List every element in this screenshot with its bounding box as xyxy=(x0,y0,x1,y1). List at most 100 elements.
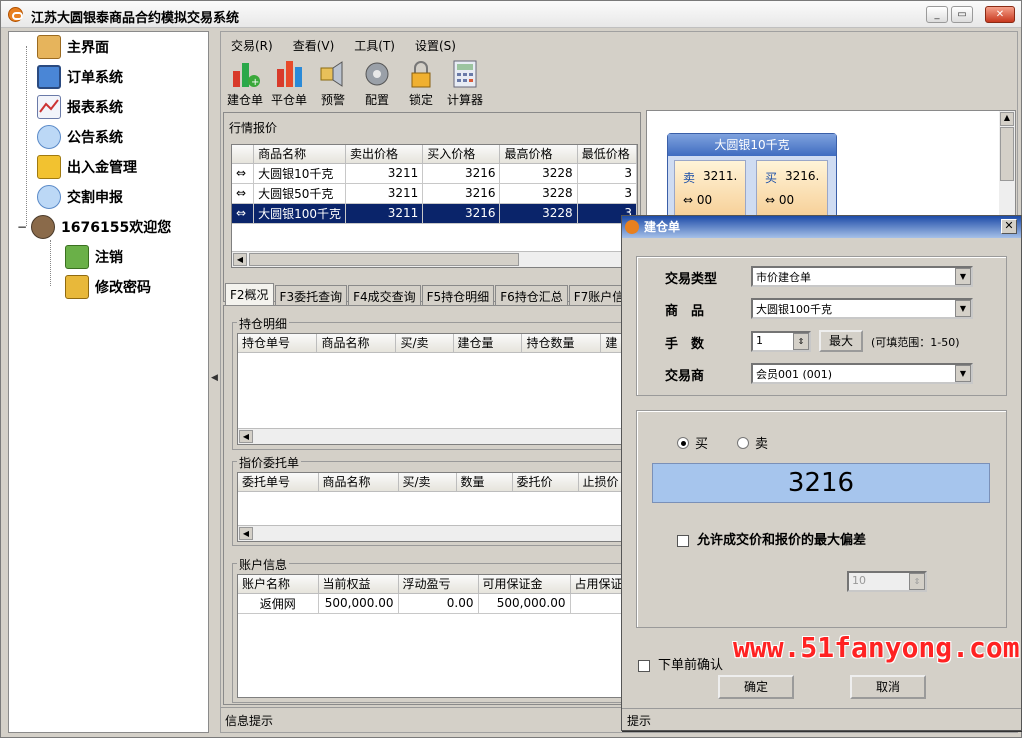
scroll-left-icon[interactable]: ◀ xyxy=(233,253,247,266)
column-header[interactable]: 商品名称 xyxy=(253,145,347,164)
quote-card-title: 大圆银10千克 xyxy=(668,134,836,156)
scroll-left-icon[interactable]: ◀ xyxy=(239,527,253,540)
dropdown-arrow-icon[interactable]: ▼ xyxy=(955,300,971,317)
lock-button[interactable]: 锁定 xyxy=(399,57,443,109)
tab-position-summary[interactable]: F6持仓汇总 xyxy=(495,285,568,305)
menu-tools[interactable]: 工具(T) xyxy=(344,35,405,55)
horizontal-scrollbar[interactable]: ◀ xyxy=(232,251,637,267)
tree-item-reports[interactable]: 报表系统 xyxy=(37,93,123,121)
calculator-button[interactable]: 计算器 xyxy=(443,57,487,109)
table-row-selected[interactable]: ⇔ 大圆银100千克 3211 3216 3228 3 xyxy=(232,203,637,224)
table-cell: 3 xyxy=(577,163,637,184)
table-row[interactable]: 返佣网 500,000.00 0.00 500,000.00 xyxy=(238,593,631,614)
column-header[interactable]: 委托单号 xyxy=(238,473,319,492)
ok-button[interactable]: 确定 xyxy=(718,675,794,699)
dialog-close-button[interactable]: ✕ xyxy=(1001,219,1017,234)
menu-view[interactable]: 查看(V) xyxy=(283,35,345,55)
dialog-status-bar: 提示 xyxy=(622,708,1021,730)
dealer-select[interactable]: 会员001 (001) ▼ xyxy=(751,363,973,384)
collapse-arrow-icon[interactable]: ◀ xyxy=(211,373,218,383)
close-button[interactable]: ✕ xyxy=(985,6,1015,23)
column-header[interactable]: 浮动盈亏 xyxy=(398,575,479,594)
horizontal-scrollbar[interactable]: ◀ xyxy=(238,525,631,541)
table-cell: 3216 xyxy=(422,183,501,204)
tab-order-query[interactable]: F3委托查询 xyxy=(274,285,348,305)
toolbar: + 建仓单 平仓单 预警 配置 锁定 计算器 xyxy=(223,57,643,109)
tab-trade-query[interactable]: F4成交查询 xyxy=(348,285,421,305)
buy-radio[interactable]: 买 xyxy=(677,433,708,452)
sell-radio[interactable]: 卖 xyxy=(737,433,768,452)
column-header[interactable]: 买入价格 xyxy=(422,145,501,164)
column-header[interactable]: 数量 xyxy=(456,473,513,492)
sell-quote-box[interactable]: 卖 3211. ⇔ 00 xyxy=(674,160,746,216)
alert-button[interactable]: 预警 xyxy=(311,57,355,109)
tree-item-main[interactable]: 主界面 xyxy=(37,33,109,61)
tree-item-announcements[interactable]: 公告系统 xyxy=(37,123,123,151)
table-row[interactable]: ⇔ 大圆银10千克 3211 3216 3228 3 xyxy=(232,163,637,184)
menu-bar: 交易(R) 查看(V) 工具(T) 设置(S) xyxy=(221,35,641,55)
lots-value: 1 xyxy=(756,334,763,347)
lots-stepper[interactable]: 1 ⇕ xyxy=(751,331,811,352)
confirm-before-order-checkbox[interactable]: 下单前确认 xyxy=(638,654,723,673)
open-position-button[interactable]: + 建仓单 xyxy=(223,57,267,109)
orders-table: 委托单号 商品名称 买/卖 数量 委托价 止损价 ◀ xyxy=(237,472,632,542)
column-header[interactable]: 卖出价格 xyxy=(345,145,424,164)
menu-settings[interactable]: 设置(S) xyxy=(405,35,466,55)
column-header[interactable]: 可用保证金 xyxy=(478,575,571,594)
column-header[interactable]: 持仓数量 xyxy=(521,334,602,353)
allow-deviation-checkbox[interactable]: 允许成交价和报价的最大偏差 xyxy=(677,529,866,548)
column-header[interactable]: 建仓量 xyxy=(453,334,523,353)
tab-overview[interactable]: F2概况 xyxy=(225,283,274,305)
column-header[interactable]: 账户名称 xyxy=(238,575,319,594)
tree-item-orders[interactable]: 订单系统 xyxy=(37,63,123,91)
column-header[interactable]: 当前权益 xyxy=(318,575,399,594)
tree-item-logout[interactable]: 注销 xyxy=(65,243,123,271)
spinner-arrows-icon: ⇕ xyxy=(909,573,925,590)
maximize-button[interactable]: ▭ xyxy=(951,6,973,23)
cancel-button[interactable]: 取消 xyxy=(850,675,926,699)
column-header[interactable]: 商品名称 xyxy=(316,334,397,353)
close-position-button[interactable]: 平仓单 xyxy=(267,57,311,109)
column-header[interactable]: 最高价格 xyxy=(499,145,578,164)
collapse-toggle-icon[interactable]: − xyxy=(17,220,31,234)
column-header[interactable]: 商品名称 xyxy=(318,473,399,492)
tree-item-delivery[interactable]: 交割申报 xyxy=(37,183,123,211)
spinner-arrows-icon[interactable]: ⇕ xyxy=(793,333,809,350)
tree-item-label: 订单系统 xyxy=(67,70,123,86)
commodity-select[interactable]: 大圆银100千克 ▼ xyxy=(751,298,973,319)
menu-trade[interactable]: 交易(R) xyxy=(221,35,283,55)
scroll-thumb[interactable] xyxy=(249,253,519,266)
scroll-up-icon[interactable]: ▲ xyxy=(1000,112,1014,126)
tool-label: 计算器 xyxy=(446,93,483,107)
buy-quote-box[interactable]: 买 3216. ⇔ 00 xyxy=(756,160,828,216)
tree-item-change-password[interactable]: 修改密码 xyxy=(65,273,151,301)
scroll-left-icon[interactable]: ◀ xyxy=(239,430,253,443)
column-header[interactable]: 买/卖 xyxy=(395,334,454,353)
vertical-scrollbar[interactable]: ▲ xyxy=(999,111,1015,229)
table-row[interactable]: ⇔ 大圆银50千克 3211 3216 3228 3 xyxy=(232,183,637,204)
buy-value: 3216. xyxy=(785,169,820,183)
quotes-panel: 行情报价 商品名称 卖出价格 买入价格 最高价格 最低价格 ⇔ 大圆银10千克 … xyxy=(223,112,641,302)
dropdown-arrow-icon[interactable]: ▼ xyxy=(955,365,971,382)
dropdown-arrow-icon[interactable]: ▼ xyxy=(955,268,971,285)
column-header[interactable]: 委托价 xyxy=(512,473,579,492)
table-cell: 3211 xyxy=(345,203,424,224)
minimize-button[interactable]: _ xyxy=(926,6,948,23)
config-button[interactable]: 配置 xyxy=(355,57,399,109)
horizontal-scrollbar[interactable]: ◀ xyxy=(238,428,631,444)
scroll-thumb[interactable] xyxy=(1000,127,1014,181)
column-header[interactable]: 持仓单号 xyxy=(238,334,318,353)
tab-position-detail[interactable]: F5持仓明细 xyxy=(421,285,495,305)
tree-item-funds[interactable]: 出入金管理 xyxy=(37,153,137,181)
orders-title: 指价委托单 xyxy=(237,454,302,471)
user-cup-icon xyxy=(31,215,55,239)
gear-icon xyxy=(362,59,392,89)
column-header[interactable]: 买/卖 xyxy=(398,473,457,492)
tree-item-user[interactable]: − 1676155欢迎您 xyxy=(17,213,171,241)
deviation-stepper: 10 ⇕ xyxy=(847,571,927,592)
trade-type-select[interactable]: 市价建仓单 ▼ xyxy=(751,266,973,287)
table-cell: 0.00 xyxy=(398,593,479,614)
max-button[interactable]: 最大 xyxy=(819,330,863,352)
column-header[interactable]: 最低价格 xyxy=(577,145,637,164)
tree-item-label: 主界面 xyxy=(67,40,109,56)
